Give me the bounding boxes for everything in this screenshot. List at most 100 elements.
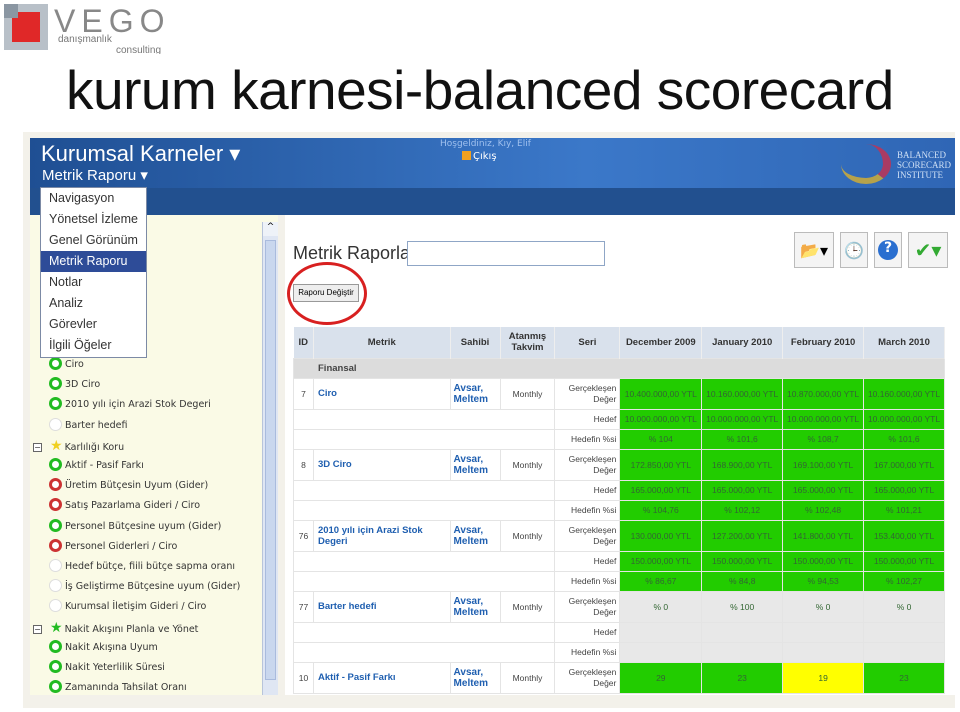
series-label: Hedef [554, 621, 621, 643]
value-cell [619, 621, 703, 643]
tree-item[interactable]: Hedef bütçe, fiili bütçe sapma oranı [49, 557, 235, 577]
schedule-button[interactable]: 🕒 [840, 232, 868, 268]
value-cell: 165.000,00 YTL [782, 479, 865, 501]
collapse-icon[interactable]: − [33, 442, 42, 452]
empty-cell [292, 499, 556, 521]
scroll-thumb[interactable] [265, 240, 276, 680]
tree-item[interactable]: 2010 yılı için Arazi Stok Degeri [49, 395, 211, 415]
menu-item[interactable]: Yönetsel İzleme [41, 209, 146, 230]
metric-link[interactable]: 2010 yılı için Arazi Stok Degeri [312, 519, 451, 552]
column-header[interactable]: Sahibi [450, 327, 501, 358]
red-status-icon [49, 498, 62, 512]
schedule: Monthly [499, 519, 556, 552]
help-button[interactable]: ? [874, 232, 902, 268]
tree-item-label: Karlılığı Koru [64, 441, 125, 453]
metric-report-table: ID Metrik Sahibi Atanmış Takvim Seri December… [292, 327, 945, 694]
svg-text:consulting: consulting [116, 45, 161, 54]
app-title-text: Kurumsal Karneler [41, 141, 224, 166]
metric-link[interactable]: Ciro [312, 377, 451, 410]
menu-item[interactable]: Metrik Raporu [41, 251, 146, 272]
value-cell [863, 641, 945, 663]
tree-item[interactable]: Zamanında Tahsilat Oranı [49, 678, 187, 698]
table-row: 7 Ciro Avsar, Meltem Monthly Gerçekleşen Değ… [293, 377, 945, 410]
tree-item-label: Personel Bütçesine uyum (Gider) [65, 520, 222, 532]
value-cell: % 84,8 [701, 570, 784, 592]
metric-link[interactable]: Aktif - Pasif Farkı [312, 661, 451, 694]
menu-item[interactable]: Notlar [41, 272, 146, 293]
column-header[interactable]: Metrik [313, 327, 451, 358]
view-selector[interactable]: Metrik Raporu ▾ [42, 166, 148, 184]
metric-link[interactable]: Barter hedefi [312, 590, 451, 623]
none-status-icon [49, 579, 62, 593]
report-name-input[interactable] [407, 241, 605, 266]
value-cell: 150.000,00 YTL [701, 550, 784, 572]
tree-item-label: Barter hedefi [65, 419, 128, 431]
value-cell: 10.160.000,00 YTL [863, 377, 945, 410]
tree-item[interactable]: Personel Giderleri / Ciro [49, 537, 177, 557]
tree-item[interactable]: Personel Bütçesine uyum (Gider) [49, 517, 221, 537]
export-button[interactable]: 📂▾ [794, 232, 834, 268]
tree-item[interactable]: − ★ Nakit Akışını Planla ve Yönet [33, 618, 198, 638]
tree-item[interactable]: Ciro [49, 355, 84, 375]
menu-item[interactable]: Görevler [41, 314, 146, 335]
value-cell: 165.000,00 YTL [619, 479, 703, 501]
approve-button[interactable]: ✔▾ [908, 232, 948, 268]
tree-item[interactable]: Aktif - Pasif Farkı [49, 456, 144, 476]
tree-item-label: Aktif - Pasif Farkı [65, 460, 144, 471]
value-cell: 10.000.000,00 YTL [782, 408, 865, 430]
menu-item[interactable]: Genel Görünüm [41, 230, 146, 251]
series-label: Gerçekleşen Değer [554, 377, 621, 410]
tree-item-label: İş Geliştirme Bütçesine uyum (Gider) [65, 581, 241, 593]
owner-link[interactable]: Avsar, Meltem [449, 661, 501, 694]
app-header: Kurumsal Karneler ▾ Metrik Raporu ▾ Hoşg… [30, 138, 955, 188]
column-header[interactable]: March 2010 [863, 327, 945, 358]
value-cell: 172.850,00 YTL [619, 448, 703, 481]
tree-item[interactable]: Üretim Bütçesin Uyum (Gider) [49, 476, 208, 496]
metric-link[interactable]: 3D Ciro [312, 448, 451, 481]
logout-link[interactable]: Çıkış [462, 151, 497, 162]
value-cell [701, 621, 784, 643]
schedule: Monthly [499, 377, 556, 410]
tree-item[interactable]: Barter hedefi [49, 416, 127, 436]
value-cell: 169.100,00 YTL [782, 448, 865, 481]
column-header[interactable]: January 2010 [701, 327, 784, 358]
menu-item[interactable]: Navigasyon [41, 188, 146, 209]
owner-link[interactable]: Avsar, Meltem [449, 519, 501, 552]
tree-item[interactable]: Nakit Yeterlilik Süresi [49, 658, 165, 678]
owner-link[interactable]: Avsar, Meltem [449, 590, 501, 623]
tree-item[interactable]: − ★ Karlılığı Koru [33, 436, 124, 456]
value-cell: 10.000.000,00 YTL [863, 408, 945, 430]
scroll-up-icon[interactable]: ^ [263, 222, 278, 236]
value-cell [619, 641, 703, 663]
column-header[interactable]: December 2009 [619, 327, 703, 358]
series-label: Hedefin %si [554, 570, 621, 592]
empty-cell [292, 428, 556, 450]
value-cell: 168.900,00 YTL [701, 448, 784, 481]
tree-item-label: 2010 yılı için Arazi Stok Degeri [65, 399, 211, 411]
empty-cell [292, 550, 556, 572]
column-header[interactable]: ID [293, 327, 314, 358]
tree-item[interactable]: Satış Pazarlama Gideri / Ciro [49, 496, 200, 516]
column-header[interactable]: Seri [554, 327, 621, 358]
logout-icon [462, 151, 471, 160]
column-header[interactable]: Atanmış Takvim [500, 327, 556, 358]
owner-link[interactable]: Avsar, Meltem [449, 377, 501, 410]
collapse-icon[interactable]: − [33, 624, 42, 634]
tree-item[interactable]: Nakit Akışına Uyum [49, 638, 158, 658]
tree-item[interactable]: Kurumsal İletişim Gideri / Ciro [49, 597, 206, 617]
green-status-icon [49, 357, 62, 370]
table-row: Hedefin %si% 104,76% 102,12% 102,48% 101… [292, 499, 945, 521]
approve-icon: ✔▾ [914, 238, 942, 262]
empty-cell [292, 621, 556, 643]
app-title[interactable]: Kurumsal Karneler ▾ [41, 141, 240, 167]
owner-link[interactable]: Avsar, Meltem [449, 448, 501, 481]
sidebar-scrollbar[interactable]: ^ [262, 222, 278, 695]
red-status-icon [49, 538, 62, 552]
value-cell: % 100 [701, 590, 784, 623]
tree-item[interactable]: İş Geliştirme Bütçesine uyum (Gider) [49, 577, 240, 597]
menu-item[interactable]: Analiz [41, 293, 146, 314]
menu-item[interactable]: İlgili Öğeler [41, 335, 146, 356]
column-header[interactable]: February 2010 [782, 327, 865, 358]
value-cell: 153.400,00 YTL [863, 519, 945, 552]
tree-item[interactable]: 3D Ciro [49, 375, 100, 395]
